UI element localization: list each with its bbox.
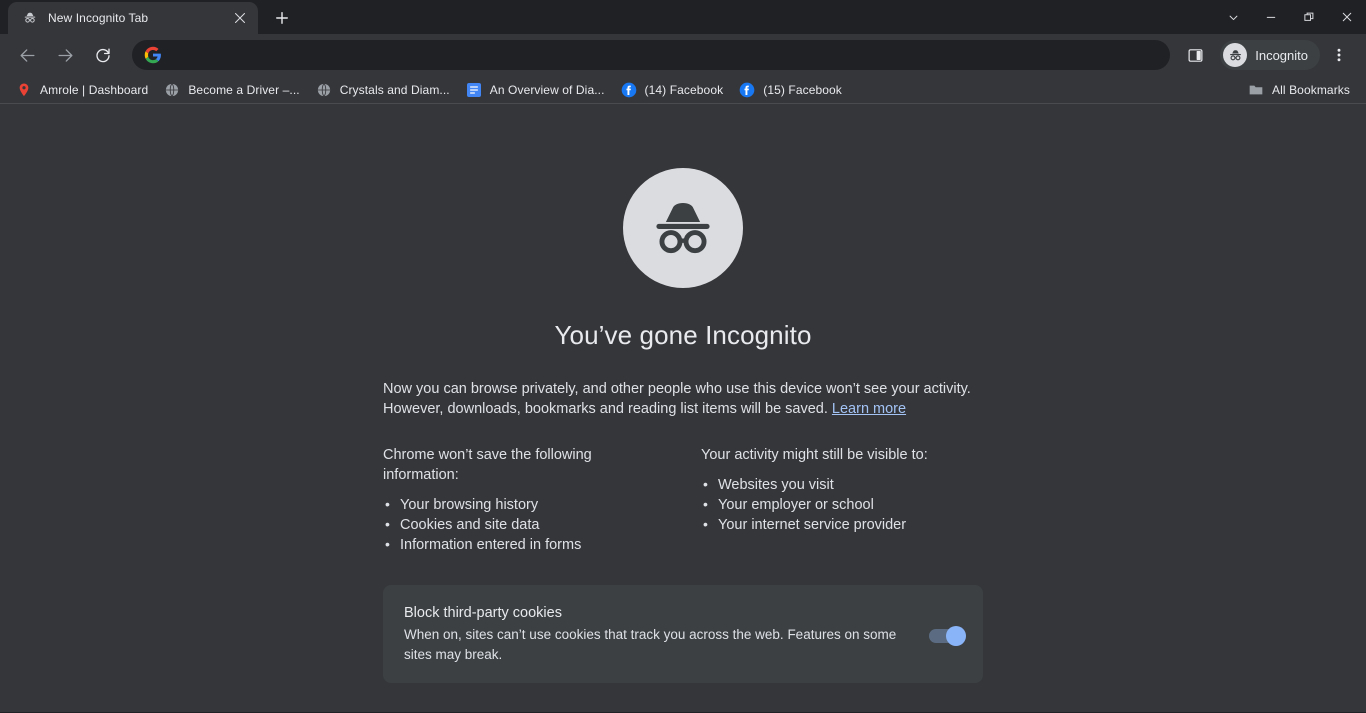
google-g-icon (144, 46, 162, 64)
ntp-content: You’ve gone Incognito Now you can browse… (383, 168, 983, 683)
bookmark-label: An Overview of Dia... (489, 82, 605, 97)
profile-label: Incognito (1255, 47, 1308, 63)
all-bookmarks-label: All Bookmarks (1272, 82, 1350, 97)
map-pin-icon (16, 82, 32, 98)
folder-icon (1248, 82, 1264, 98)
new-tab-button[interactable] (268, 4, 296, 32)
bookmark-label: Become a Driver –... (188, 82, 300, 97)
bookmark-facebook-14[interactable]: (14) Facebook (613, 79, 732, 101)
column-heading: Your activity might still be visible to: (701, 447, 928, 463)
column-not-saved: Chrome won’t save the following informat… (383, 445, 665, 555)
block-third-party-cookies-card: Block third-party cookies When on, sites… (383, 585, 983, 683)
arrow-right-icon (57, 48, 73, 62)
intro-paragraph: Now you can browse privately, and other … (383, 379, 983, 419)
card-description: When on, sites can’t use cookies that tr… (404, 627, 897, 662)
list-item: Cookies and site data (383, 514, 665, 535)
card-text: Block third-party cookies When on, sites… (404, 603, 929, 665)
close-icon[interactable] (230, 8, 250, 28)
restore-icon (1304, 12, 1314, 21)
block-cookies-toggle[interactable] (929, 626, 966, 646)
forward-button[interactable] (51, 41, 79, 69)
chevron-down-icon (1229, 15, 1237, 20)
column-still-visible: Your activity might still be visible to:… (701, 445, 983, 555)
incognito-icon (22, 10, 38, 26)
minimize-button[interactable] (1252, 1, 1290, 33)
page-title: You’ve gone Incognito (554, 320, 812, 350)
bookmark-label: Crystals and Diam... (339, 82, 450, 97)
bookmark-label: (14) Facebook (644, 82, 724, 97)
close-window-button[interactable] (1328, 1, 1366, 33)
list-item: Your internet service provider (701, 514, 983, 535)
restore-button[interactable] (1290, 1, 1328, 33)
side-panel-icon (1188, 48, 1203, 62)
column-heading: Chrome won’t save the following informat… (383, 447, 592, 483)
minimize-icon (1266, 16, 1276, 18)
window-controls (1214, 0, 1366, 34)
plus-icon (276, 12, 288, 24)
all-bookmarks-button[interactable]: All Bookmarks (1240, 79, 1358, 101)
bookmark-become-a-driver[interactable]: Become a Driver –... (156, 79, 307, 101)
address-bar[interactable] (132, 40, 1171, 70)
globe-icon (316, 82, 332, 98)
list-item: Websites you visit (701, 474, 983, 495)
toggle-knob (946, 626, 966, 646)
tab-new-incognito-tab[interactable]: New Incognito Tab (8, 2, 258, 34)
incognito-avatar-icon (1223, 43, 1248, 67)
tab-strip: New Incognito Tab (0, 0, 1366, 34)
profile-incognito-button[interactable]: Incognito (1220, 40, 1320, 70)
incognito-new-tab-page: You’ve gone Incognito Now you can browse… (0, 104, 1366, 712)
document-icon (466, 82, 482, 98)
incognito-avatar-icon (623, 168, 743, 288)
list-item: Your employer or school (701, 494, 983, 515)
tab-title: New Incognito Tab (48, 11, 149, 25)
tab-strip-drag-area (296, 33, 1214, 34)
bookmark-facebook-15[interactable]: (15) Facebook (731, 79, 850, 101)
side-panel-button[interactable] (1181, 41, 1209, 69)
tab-search-button[interactable] (1214, 1, 1252, 33)
arrow-left-icon (19, 48, 35, 62)
bookmark-label: Amrole | Dashboard (40, 82, 149, 97)
info-columns: Chrome won’t save the following informat… (383, 445, 983, 555)
bookmark-label: (15) Facebook (763, 82, 842, 97)
facebook-icon (739, 82, 755, 98)
facebook-icon (621, 82, 637, 98)
globe-icon (164, 82, 180, 98)
back-button[interactable] (13, 41, 41, 69)
bookmark-an-overview-of-diamonds[interactable]: An Overview of Dia... (458, 79, 613, 101)
more-vertical-icon (1337, 48, 1341, 62)
reload-button[interactable] (89, 41, 117, 69)
card-title: Block third-party cookies (404, 605, 562, 621)
reload-icon (96, 48, 110, 63)
list-still-visible: Websites you visit Your employer or scho… (701, 474, 983, 535)
bookmarks-bar: Amrole | Dashboard Become a Driver –... … (0, 76, 1366, 104)
chrome-menu-button[interactable] (1325, 41, 1353, 69)
list-not-saved: Your browsing history Cookies and site d… (383, 494, 665, 555)
browser-toolbar: Incognito (0, 34, 1366, 76)
list-item: Information entered in forms (383, 534, 665, 555)
learn-more-link[interactable]: Learn more (832, 401, 906, 417)
list-item: Your browsing history (383, 494, 665, 515)
bookmark-crystals-and-diamonds[interactable]: Crystals and Diam... (308, 79, 458, 101)
close-icon (1342, 12, 1352, 22)
bookmark-amrole-dashboard[interactable]: Amrole | Dashboard (8, 79, 156, 101)
